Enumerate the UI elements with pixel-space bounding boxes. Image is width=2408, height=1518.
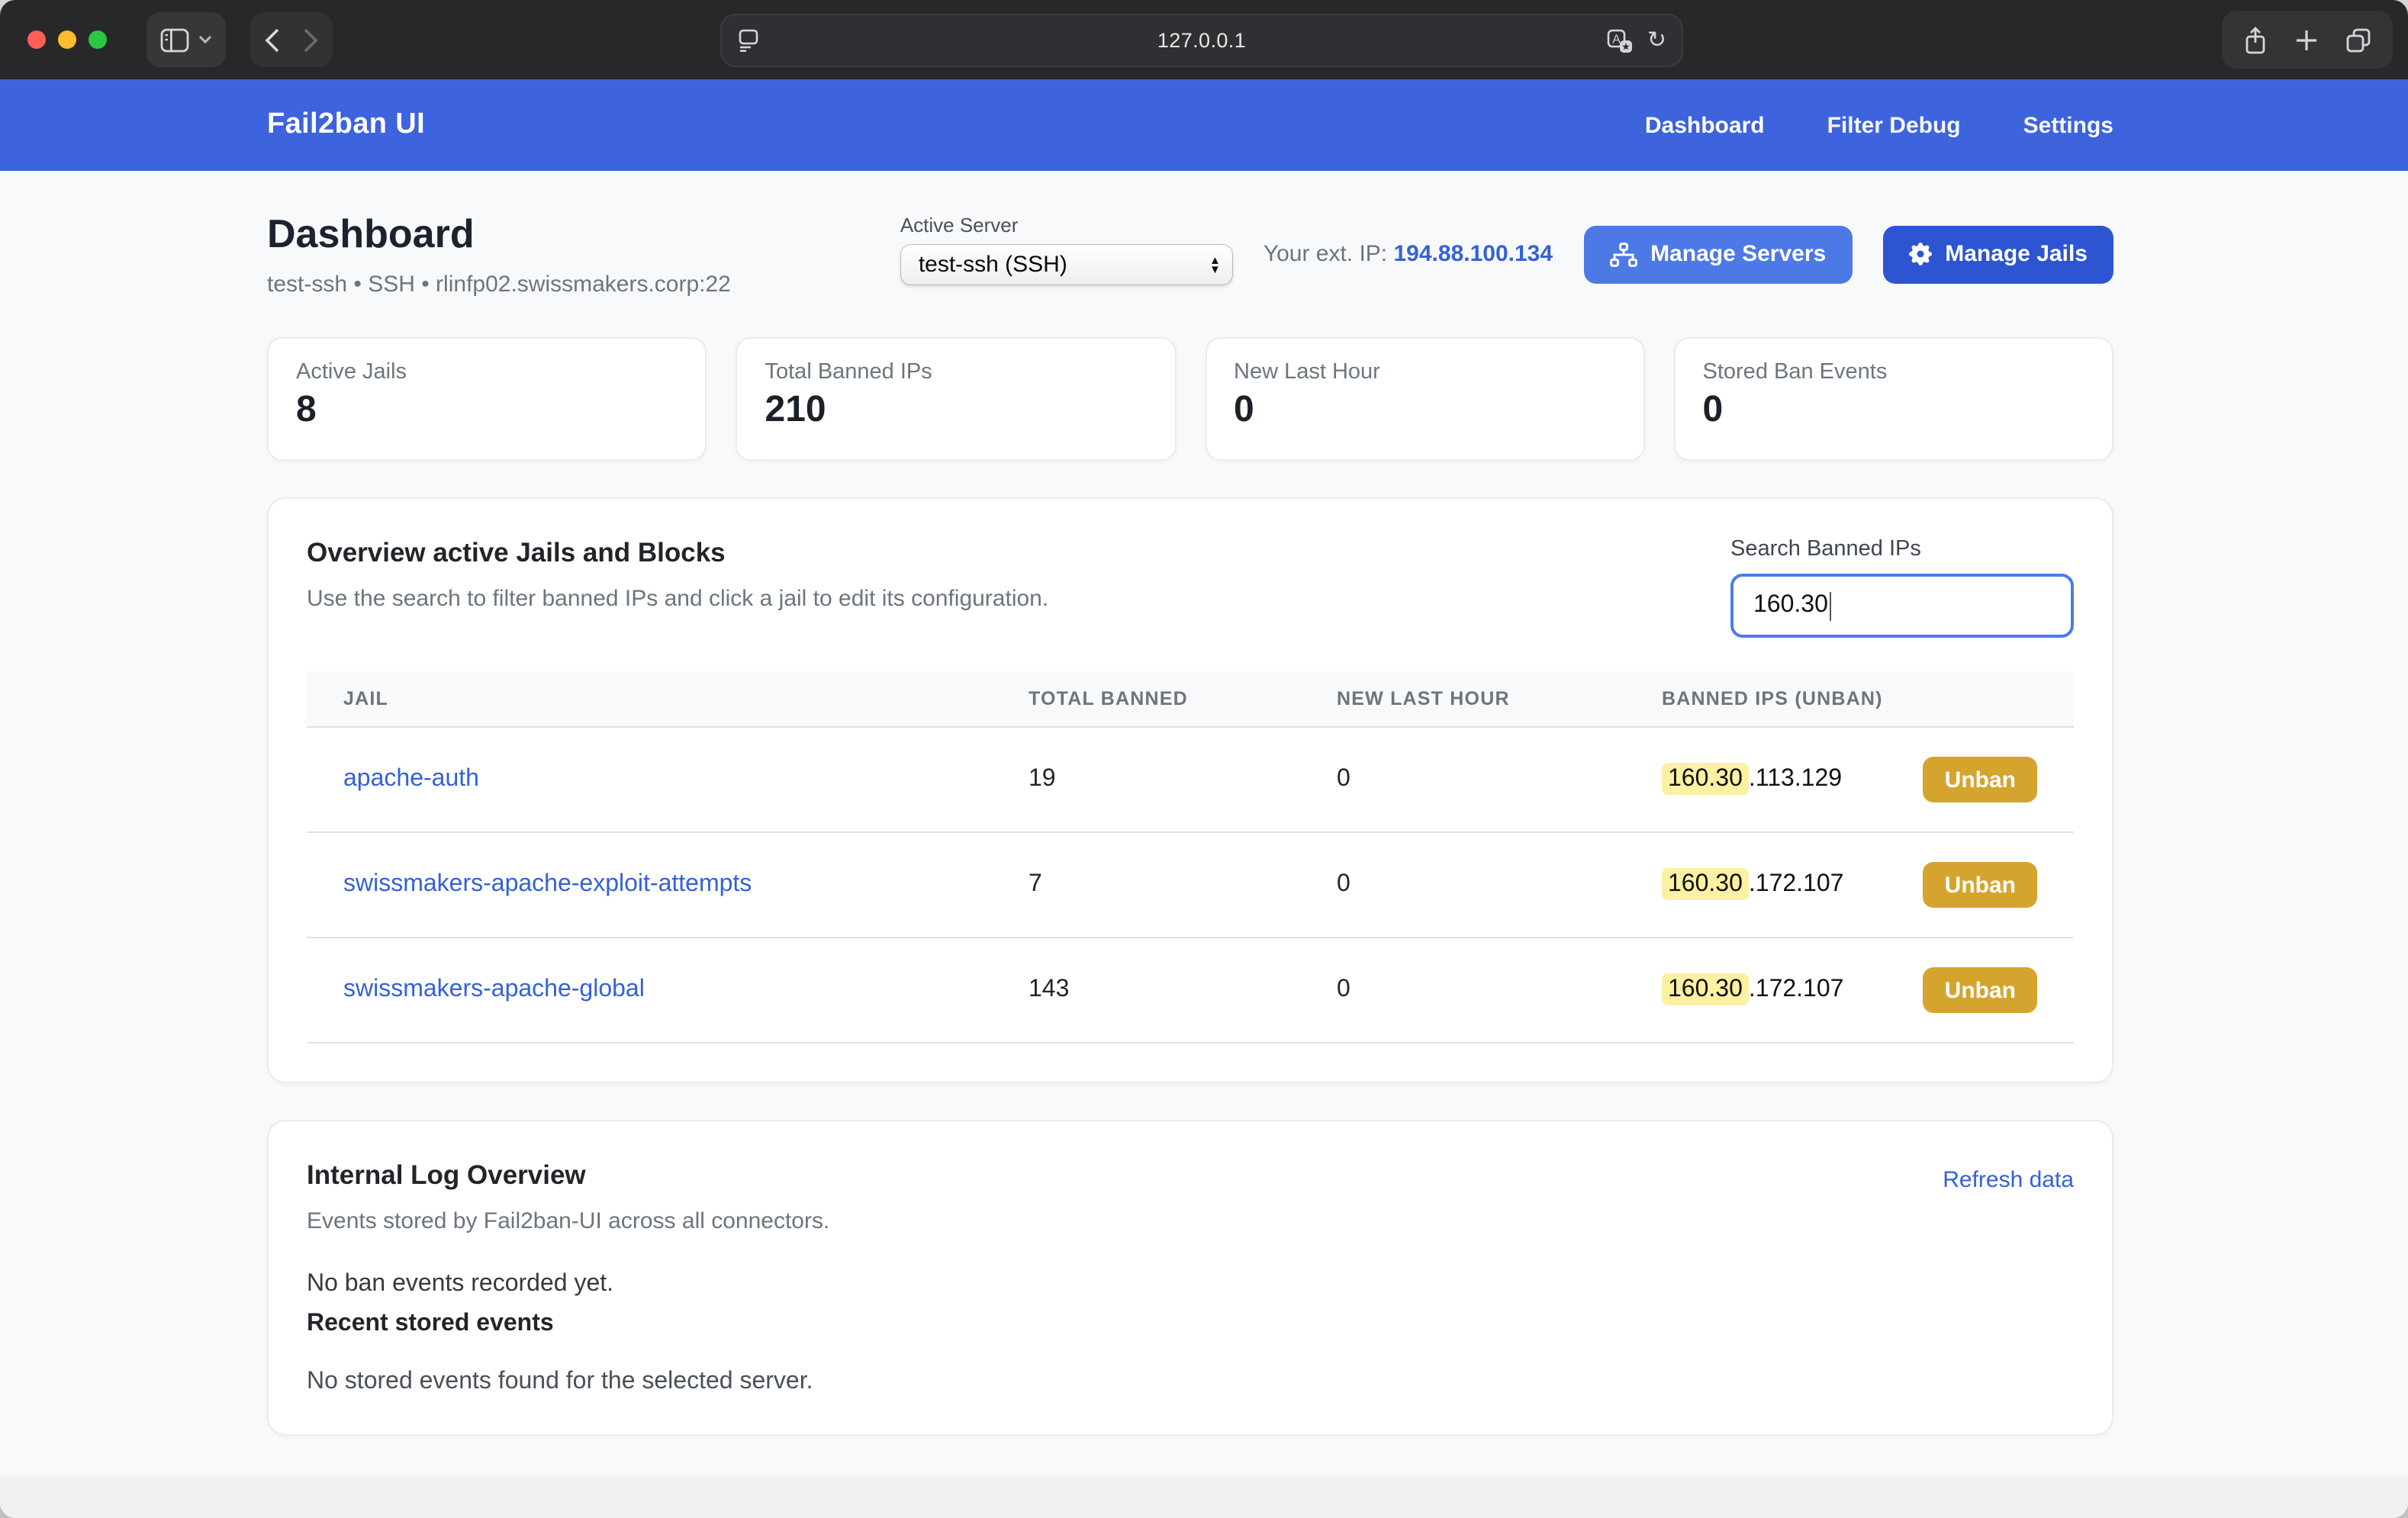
forward-button[interactable] xyxy=(302,27,319,53)
stat-card-total-banned: Total Banned IPs 210 xyxy=(736,337,1177,461)
svg-text:★: ★ xyxy=(1622,40,1631,52)
active-server-label: Active Server xyxy=(900,214,1233,236)
reload-icon[interactable]: ↻ xyxy=(1647,29,1666,52)
external-ip-link[interactable]: 194.88.100.134 xyxy=(1394,241,1553,267)
internal-log-card: Internal Log Overview Events stored by F… xyxy=(267,1120,2113,1436)
page-title: Dashboard xyxy=(267,211,731,258)
internal-log-title: Internal Log Overview xyxy=(307,1159,829,1192)
chevron-down-icon xyxy=(198,35,212,44)
window-controls xyxy=(27,31,107,49)
zoom-window-button[interactable] xyxy=(89,31,107,49)
stat-cards: Active Jails 8 Total Banned IPs 210 New … xyxy=(267,337,2113,461)
table-row: swissmakers-apache-global 143 0 160.30.1… xyxy=(307,938,2074,1044)
table-row: apache-auth 19 0 160.30.113.129 Unban xyxy=(307,728,2074,833)
overview-subtitle: Use the search to filter banned IPs and … xyxy=(307,586,1048,612)
nav-link-settings[interactable]: Settings xyxy=(2023,112,2113,138)
table-row: swissmakers-apache-exploit-attempts 7 0 … xyxy=(307,833,2074,938)
jail-link[interactable]: apache-auth xyxy=(343,766,479,792)
gear-icon xyxy=(1908,243,1931,265)
url-text: 127.0.0.1 xyxy=(722,29,1682,52)
select-stepper-icon: ▲ ▼ xyxy=(1209,256,1221,274)
sidebar-icon xyxy=(160,27,189,53)
history-nav xyxy=(250,12,333,67)
active-server-select[interactable]: test-ssh (SSH) ▲ ▼ xyxy=(900,244,1233,285)
translate-icon[interactable]: A ★ xyxy=(1608,28,1634,53)
search-banned-ips-input[interactable]: 160.30 xyxy=(1730,574,2074,638)
unban-button[interactable]: Unban xyxy=(1924,757,2037,802)
new-tab-icon[interactable] xyxy=(2295,28,2318,51)
nav-link-dashboard[interactable]: Dashboard xyxy=(1645,112,1765,138)
jails-table: JAIL TOTAL BANNED NEW LAST HOUR BANNED I… xyxy=(307,671,2074,1044)
close-window-button[interactable] xyxy=(27,31,46,49)
toolbar-right-buttons xyxy=(2222,11,2393,69)
external-ip: Your ext. IP: 194.88.100.134 xyxy=(1264,241,1553,267)
no-ban-events-text: No ban events recorded yet. xyxy=(307,1271,2074,1298)
tab-overview-icon[interactable] xyxy=(2345,27,2371,53)
overview-title: Overview active Jails and Blocks xyxy=(307,537,1048,569)
brand-title[interactable]: Fail2ban UI xyxy=(267,108,425,142)
search-banned-ips-label: Search Banned IPs xyxy=(1730,537,2074,561)
banned-ip: 160.30.113.129 xyxy=(1662,766,1842,793)
no-stored-events-text: No stored events found for the selected … xyxy=(307,1368,2074,1396)
browser-toolbar: 127.0.0.1 A ★ ↻ xyxy=(0,0,2408,79)
screen: 127.0.0.1 A ★ ↻ xyxy=(0,0,2408,1518)
overview-card: Overview active Jails and Blocks Use the… xyxy=(267,497,2113,1083)
nav-link-filter-debug[interactable]: Filter Debug xyxy=(1827,112,1961,138)
jail-link[interactable]: swissmakers-apache-exploit-attempts xyxy=(343,871,752,897)
stat-card-active-jails: Active Jails 8 xyxy=(267,337,707,461)
unban-button[interactable]: Unban xyxy=(1924,862,2037,908)
window-bottom-edge xyxy=(0,1475,2408,1518)
browser-window: 127.0.0.1 A ★ ↻ xyxy=(0,0,2408,1518)
banned-ip: 160.30.172.107 xyxy=(1662,976,1843,1004)
unban-button[interactable]: Unban xyxy=(1924,967,2037,1013)
minimize-window-button[interactable] xyxy=(58,31,76,49)
page-subtitle: test-ssh • SSH • rlinfp02.swissmakers.co… xyxy=(267,272,731,297)
stat-card-new-last-hour: New Last Hour 0 xyxy=(1205,337,1645,461)
refresh-data-link[interactable]: Refresh data xyxy=(1943,1167,2074,1193)
page-body: Dashboard test-ssh • SSH • rlinfp02.swis… xyxy=(0,171,2408,1518)
text-caret xyxy=(1830,591,1832,620)
page-header: Dashboard test-ssh • SSH • rlinfp02.swis… xyxy=(267,211,2113,297)
share-icon[interactable] xyxy=(2243,25,2268,54)
manage-jails-button[interactable]: Manage Jails xyxy=(1882,225,2113,283)
app-navbar: Fail2ban UI Dashboard Filter Debug Setti… xyxy=(0,79,2408,171)
banned-ip: 160.30.172.107 xyxy=(1662,871,1843,899)
sitemap-icon xyxy=(1609,242,1637,266)
sidebar-toggle-button[interactable] xyxy=(146,12,226,67)
nav-links: Dashboard Filter Debug Settings xyxy=(1645,112,2113,138)
manage-servers-button[interactable]: Manage Servers xyxy=(1583,225,1852,283)
address-bar[interactable]: 127.0.0.1 A ★ ↻ xyxy=(720,14,1683,67)
internal-log-subtitle: Events stored by Fail2ban-UI across all … xyxy=(307,1208,829,1234)
recent-stored-events-title: Recent stored events xyxy=(307,1311,2074,1338)
back-button[interactable] xyxy=(264,27,281,53)
svg-text:A: A xyxy=(1613,32,1621,45)
stat-card-stored-ban-events: Stored Ban Events 0 xyxy=(1674,337,2114,461)
jails-table-header: JAIL TOTAL BANNED NEW LAST HOUR BANNED I… xyxy=(307,671,2074,728)
jail-link[interactable]: swissmakers-apache-global xyxy=(343,976,645,1002)
